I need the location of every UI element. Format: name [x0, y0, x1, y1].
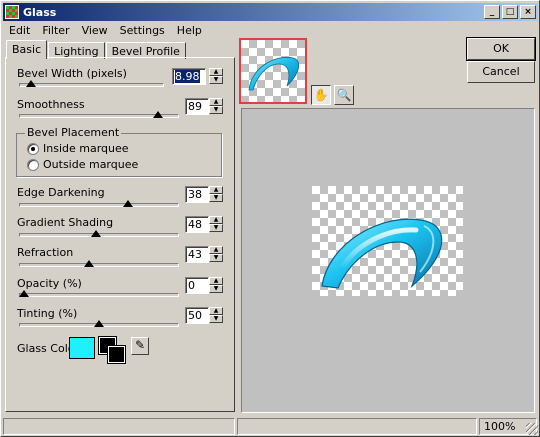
opacity-spinner[interactable]: ▲ ▼ [209, 277, 223, 294]
glass-dialog-window: Glass _ □ × Edit Filter View Settings He… [0, 0, 540, 437]
glass-color-swatch[interactable] [69, 337, 95, 359]
menu-view[interactable]: View [76, 22, 114, 39]
ok-button[interactable]: OK [466, 37, 536, 61]
refraction-slider-thumb[interactable] [83, 260, 94, 267]
tab-basic[interactable]: Basic [6, 40, 48, 59]
tinting-spinner[interactable]: ▲ ▼ [209, 307, 223, 324]
gradient-shading-spinner[interactable]: ▲ ▼ [209, 216, 223, 233]
outside-marquee-label: Outside marquee [43, 158, 139, 171]
bevel-width-slider-thumb[interactable] [25, 80, 36, 87]
menu-settings[interactable]: Settings [114, 22, 171, 39]
opacity-field[interactable]: 0 [185, 277, 209, 294]
smoothness-slider-thumb[interactable] [152, 111, 163, 118]
bevel-placement-group: Bevel Placement Inside marquee Outside m… [16, 126, 222, 177]
edge-darkening-slider[interactable] [19, 203, 179, 207]
cancel-button[interactable]: Cancel [467, 61, 535, 83]
resize-grip[interactable] [526, 423, 538, 435]
refraction-spinner[interactable]: ▲ ▼ [209, 246, 223, 263]
bevel-width-field[interactable]: 8.98 [172, 68, 206, 85]
navigator-thumbnail[interactable] [239, 38, 307, 104]
tinting-label: Tinting (%) [17, 307, 78, 320]
title-bar[interactable]: Glass _ □ × [3, 3, 538, 21]
thumbnail-shape [248, 56, 300, 91]
inside-marquee-label: Inside marquee [43, 142, 129, 155]
minimize-icon[interactable]: _ [484, 5, 500, 19]
eyedropper-icon[interactable]: ✎ [131, 337, 149, 355]
edge-darkening-label: Edge Darkening [17, 186, 105, 199]
foreground-background-swatches[interactable] [98, 336, 126, 364]
refraction-field[interactable]: 43 [185, 246, 209, 263]
refraction-label: Refraction [17, 246, 74, 259]
refraction-slider[interactable] [19, 263, 179, 267]
opacity-slider-thumb[interactable] [19, 290, 29, 297]
preview-area[interactable] [241, 108, 535, 413]
edge-darkening-field[interactable]: 38 [185, 186, 209, 203]
smoothness-label: Smoothness [17, 98, 85, 111]
bevel-width-label: Bevel Width (pixels) [17, 67, 127, 80]
opacity-slider[interactable] [19, 293, 179, 297]
close-icon[interactable]: × [520, 5, 536, 19]
glass-shape-preview [321, 218, 443, 289]
smoothness-field[interactable]: 89 [185, 98, 209, 115]
gradient-shading-field[interactable]: 48 [185, 216, 209, 233]
status-bar: 100% [3, 418, 539, 436]
tinting-slider-thumb[interactable] [94, 320, 104, 327]
outside-marquee-radio[interactable] [27, 159, 39, 171]
edge-darkening-spinner[interactable]: ▲ ▼ [209, 186, 223, 203]
magnifier-icon[interactable]: 🔍 [334, 85, 354, 105]
menu-filter[interactable]: Filter [36, 22, 75, 39]
status-info [237, 418, 477, 435]
menu-help[interactable]: Help [171, 22, 208, 39]
bevel-width-spinner[interactable]: ▲ ▼ [209, 68, 223, 85]
tab-strip: Basic Lighting Bevel Profile [6, 40, 187, 59]
bevel-width-slider[interactable] [19, 83, 164, 87]
bevel-placement-title: Bevel Placement [25, 126, 122, 139]
status-message [3, 418, 235, 435]
window-title: Glass [23, 5, 57, 19]
menu-edit[interactable]: Edit [3, 22, 36, 39]
background-swatch[interactable] [107, 345, 126, 364]
tinting-field[interactable]: 50 [185, 307, 209, 324]
edge-darkening-slider-thumb[interactable] [122, 200, 133, 207]
gradient-shading-label: Gradient Shading [17, 216, 114, 229]
app-icon [5, 5, 19, 19]
menu-bar: Edit Filter View Settings Help [3, 22, 208, 39]
gradient-shading-slider-thumb[interactable] [91, 230, 101, 237]
maximize-icon[interactable]: □ [502, 5, 518, 19]
hand-icon[interactable]: ✋ [311, 85, 331, 105]
smoothness-spinner[interactable]: ▲ ▼ [209, 98, 223, 115]
opacity-label: Opacity (%) [17, 277, 82, 290]
preview-canvas [312, 186, 463, 296]
inside-marquee-radio[interactable] [27, 143, 39, 155]
